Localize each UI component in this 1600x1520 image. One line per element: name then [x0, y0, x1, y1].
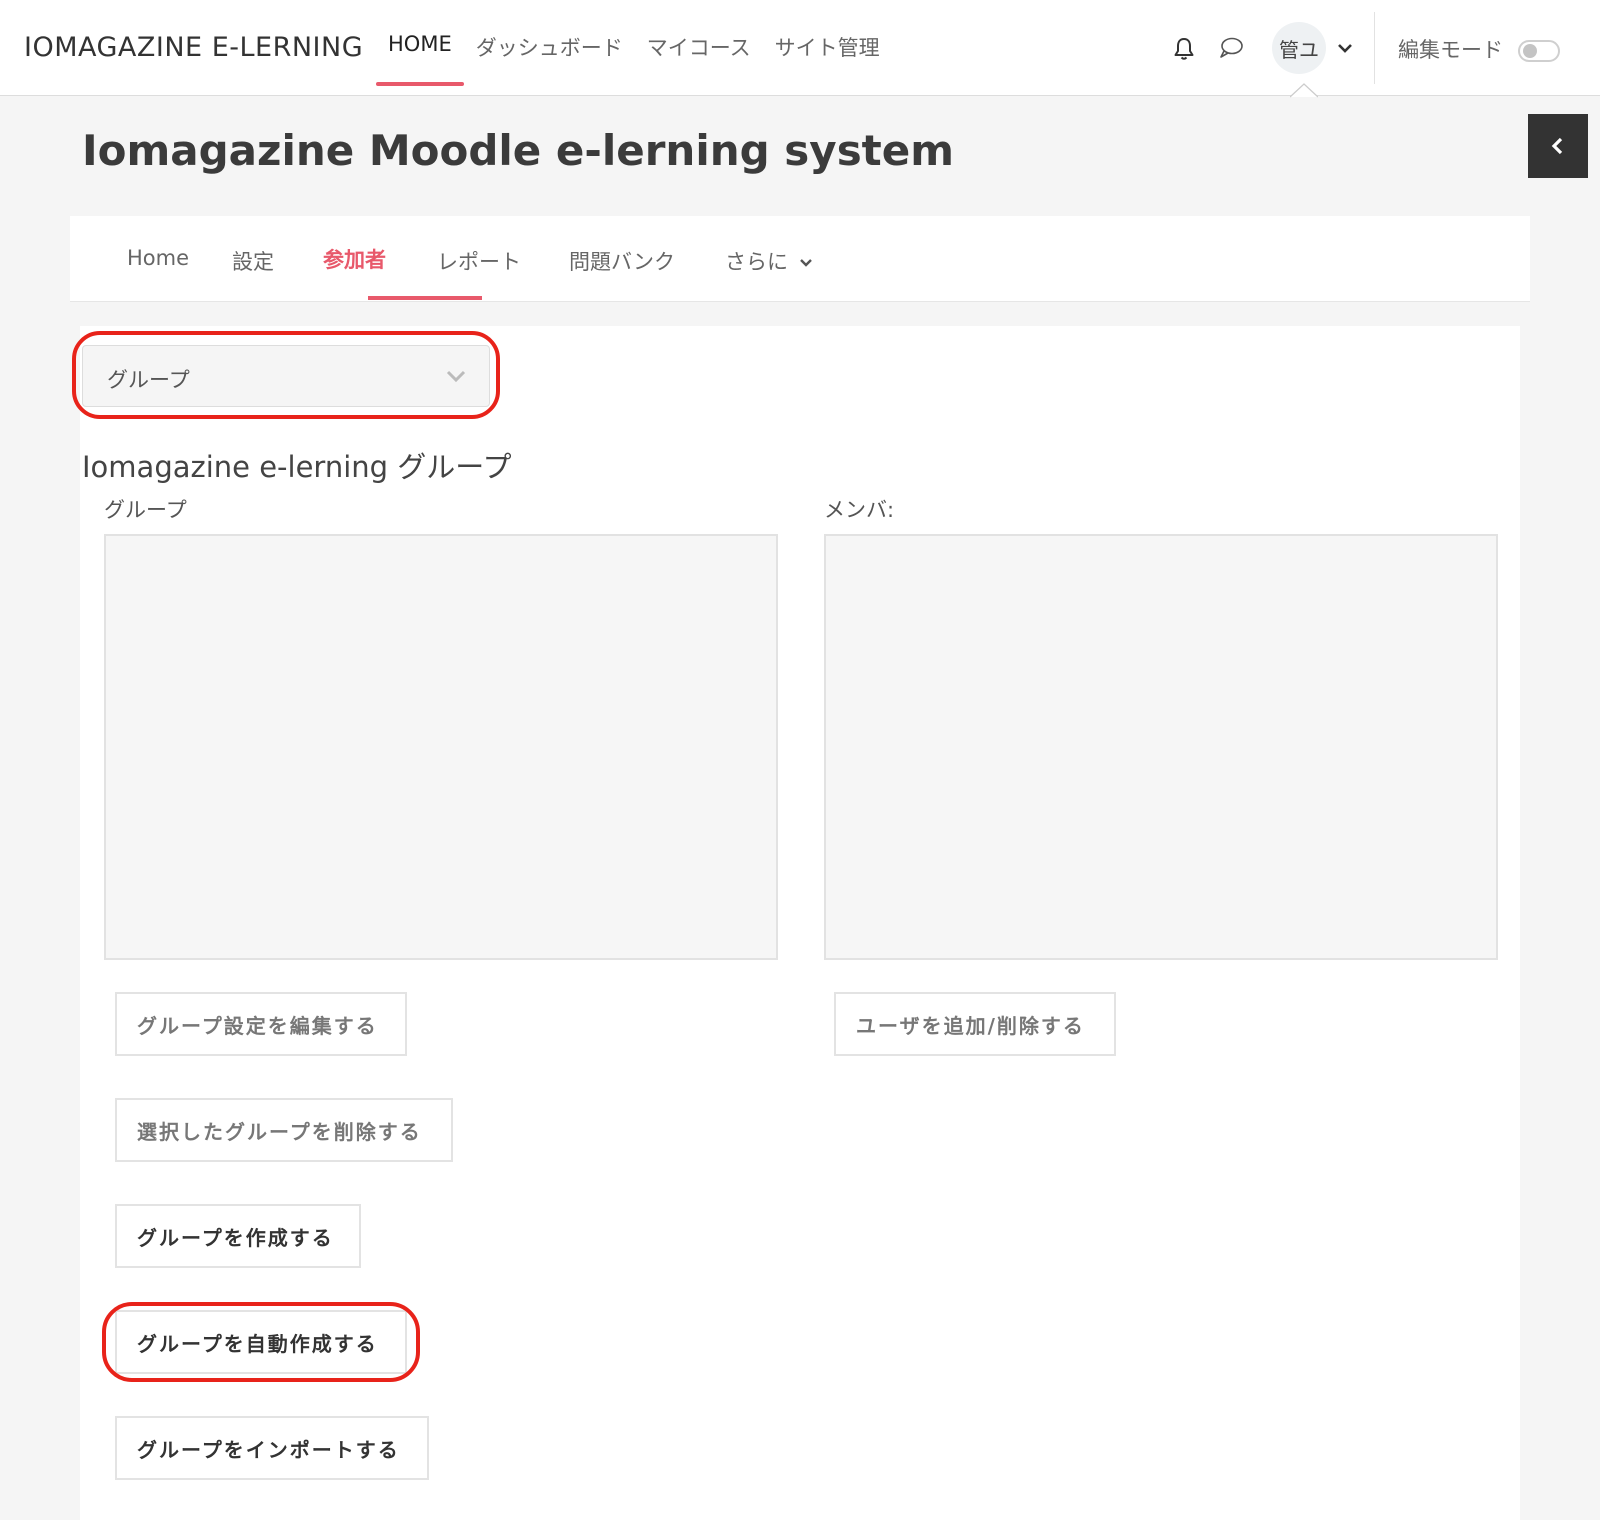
- bell-icon[interactable]: [1172, 36, 1196, 62]
- tab-more[interactable]: さらに: [725, 246, 813, 276]
- nav-divider: [1374, 12, 1375, 84]
- course-groups-heading: Iomagazine e-lerning グループ: [82, 450, 512, 484]
- members-listbox[interactable]: [824, 534, 1498, 960]
- active-tab-underline: [368, 296, 482, 300]
- nav-home[interactable]: HOME: [376, 0, 464, 96]
- nav-my-courses[interactable]: マイコース: [647, 0, 751, 96]
- delete-selected-group-button[interactable]: 選択したグループを削除する: [115, 1098, 453, 1162]
- edit-group-settings-button[interactable]: グループ設定を編集する: [115, 992, 407, 1056]
- course-secondary-nav: Home 設定 参加者 レポート 問題バンク さらに: [70, 216, 1530, 302]
- nav-dashboard[interactable]: ダッシュボード: [476, 0, 623, 96]
- highlight-circle: [102, 1302, 420, 1382]
- edit-mode-label: 編集モード: [1398, 38, 1503, 62]
- edit-mode-toggle[interactable]: [1518, 40, 1560, 62]
- highlight-circle: [72, 331, 500, 419]
- toggle-knob: [1523, 44, 1537, 58]
- drawer-toggle-button[interactable]: [1528, 114, 1588, 178]
- create-group-button[interactable]: グループを作成する: [115, 1204, 361, 1268]
- nav-site-admin[interactable]: サイト管理: [775, 0, 880, 96]
- tab-participants[interactable]: 参加者: [323, 244, 386, 274]
- import-groups-button[interactable]: グループをインポートする: [115, 1416, 429, 1480]
- tab-settings[interactable]: 設定: [232, 246, 274, 276]
- page-title: Iomagazine Moodle e-lerning system: [82, 126, 955, 175]
- chevron-down-icon: [799, 259, 812, 267]
- chevron-down-icon[interactable]: [1336, 40, 1354, 56]
- top-navbar: IOMAGAZINE E-LERNING HOME ダッシュボード マイコース …: [0, 0, 1600, 98]
- user-avatar[interactable]: 管ユ: [1272, 22, 1326, 74]
- add-remove-users-button[interactable]: ユーザを追加/削除する: [834, 992, 1116, 1056]
- tab-reports[interactable]: レポート: [437, 246, 521, 276]
- primary-nav: HOME ダッシュボード マイコース サイト管理: [376, 0, 880, 96]
- tab-home[interactable]: Home: [127, 246, 189, 270]
- site-brand[interactable]: IOMAGAZINE E-LERNING: [24, 32, 363, 63]
- tab-question-bank[interactable]: 問題バンク: [569, 246, 675, 276]
- chevron-left-icon: [1551, 137, 1563, 155]
- groups-label: グループ: [104, 498, 187, 522]
- caret-up-icon: [1290, 83, 1318, 98]
- groups-listbox[interactable]: [104, 534, 778, 960]
- tab-more-label: さらに: [725, 250, 788, 274]
- members-label: メンバ:: [824, 498, 895, 522]
- chat-icon[interactable]: [1218, 36, 1244, 60]
